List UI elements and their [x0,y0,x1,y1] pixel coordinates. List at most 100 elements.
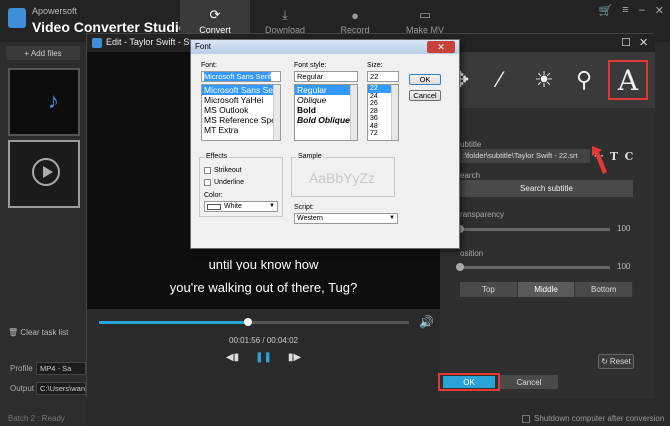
output-label: Output [10,384,35,393]
shutdown-checkbox[interactable]: Shutdown computer after conversion [522,414,664,423]
list-item[interactable]: Bold Oblique [295,115,357,125]
search-label: earch [460,171,481,180]
list-item[interactable]: Oblique [295,95,357,105]
pause-icon[interactable]: ❚❚ [255,352,272,363]
shutdown-label: Shutdown computer after conversion [534,414,665,423]
size-label: Size: [367,62,383,69]
next-icon[interactable]: ▮▶ [288,352,301,363]
edit-settings-pane: ✥ ⁄ ☀ ⚲ A ubtitle :\folder\subtitle\Tayl… [440,52,655,399]
ok-button-highlight: OK [438,373,500,391]
batch-status: Batch 2 : Ready [8,414,65,423]
profile-select[interactable]: MP4 - Sa [36,362,86,375]
font-name-input[interactable]: Microsoft Sans Serif [201,71,281,82]
video-thumbnail[interactable] [8,140,80,208]
list-item[interactable]: Regular [295,85,357,95]
font-style-input[interactable]: Regular [294,71,358,82]
font-dialog-titlebar: Font ✕ [191,40,459,54]
output-path-field[interactable]: C:\Users\wan [36,382,86,395]
download-icon: ⤓ [282,7,288,22]
subtitle-line: you're walking out of there, Tug? [169,280,358,295]
app-logo-icon [8,8,26,28]
position-middle-button[interactable]: Middle [517,282,576,297]
close-icon[interactable]: ✕ [655,4,664,17]
strikeout-checkbox[interactable]: Strikeout [204,167,242,174]
reset-icon: ↻ [601,357,608,366]
list-item[interactable]: Bold [295,105,357,115]
position-value: 100 [617,262,631,271]
list-item[interactable]: Microsoft Sans Serif [202,85,280,95]
position-bottom-button[interactable]: Bottom [575,282,634,297]
play-icon[interactable] [32,158,60,186]
profile-label: Profile [10,364,33,373]
font-ok-button[interactable]: OK [409,74,441,85]
cart-icon[interactable]: 🛒 [599,4,613,17]
font-label: Font: [201,62,217,69]
cancel-button[interactable]: Cancel [500,375,558,389]
maximize-icon[interactable]: ☐ [621,36,631,49]
text-icon[interactable]: A [608,60,648,100]
transparency-slider[interactable] [456,225,610,233]
font-style-label: Font style: [294,62,327,69]
slider-handle[interactable] [456,263,464,271]
scrollbar[interactable] [391,85,398,140]
script-select[interactable]: Western ▼ [294,213,398,224]
clear-task-list-button[interactable]: 🗑 Clear task list [8,328,68,337]
position-top-button[interactable]: Top [460,282,518,297]
effects-label: Effects [204,153,230,160]
reset-button[interactable]: ↻ Reset [598,354,634,369]
tv-icon: ▭ [418,7,432,22]
font-list[interactable]: Microsoft Sans Serif Microsoft YaHei MS … [201,84,281,141]
script-value: Western [297,215,323,222]
position-label: osition [460,249,484,258]
underline-checkbox[interactable]: Underline [204,179,244,186]
copyright-icon[interactable]: C [622,149,636,163]
search-subtitle-button[interactable]: Search subtitle [460,180,633,197]
position-slider[interactable] [456,263,610,271]
music-note-icon: ♪ [48,88,59,113]
list-item[interactable]: Microsoft YaHei [202,95,280,105]
add-files-button[interactable]: + Add files [6,46,80,60]
list-item[interactable]: MS Outlook [202,105,280,115]
list-item[interactable]: MT Extra [202,125,280,135]
video-thumbnail[interactable]: ♪ [8,68,80,136]
script-label: Script: [294,204,314,211]
slider-fill [460,266,610,269]
stamp-icon[interactable]: ⚲ [564,60,604,100]
edit-toolbar: ✥ ⁄ ☀ ⚲ A [440,52,655,108]
brightness-icon[interactable]: ☀ [524,60,564,100]
seek-bar[interactable] [99,318,409,326]
seek-handle[interactable] [243,318,252,326]
scrollbar[interactable] [273,85,280,140]
position-segmented-control: Top Middle Bottom [460,282,634,297]
subtitle-path-field[interactable]: :\folder\subtitle\Taylor Swift - 22.srt [460,149,590,163]
close-icon[interactable]: ✕ [639,36,648,49]
previous-icon[interactable]: ◀▮ [226,352,239,363]
menu-icon[interactable]: ≡ [622,4,628,17]
clear-task-label: Clear task list [20,328,69,337]
volume-icon[interactable]: 🔊 [419,315,434,329]
close-icon[interactable]: ✕ [427,41,455,53]
slider-fill [460,228,610,231]
color-swatch [207,203,221,210]
font-cancel-button[interactable]: Cancel [409,90,441,101]
minimize-icon[interactable]: – [639,4,645,17]
edit-app-icon [92,38,102,48]
font-dialog: Font ✕ Font: Microsoft Sans Serif Micros… [190,39,460,249]
list-item[interactable]: MS Reference Speci [202,115,280,125]
edit-title: Edit - Taylor Swift - Style [106,37,196,47]
ok-button[interactable]: OK [443,376,495,388]
size-input[interactable]: 22 [367,71,399,82]
checkbox-box [204,179,211,186]
color-select[interactable]: White ▼ [204,201,278,212]
magic-wand-icon[interactable]: ⁄ [480,60,520,100]
chevron-down-icon: ▼ [389,215,395,221]
scrollbar[interactable] [350,85,357,140]
red-arrow-annotation [592,146,607,174]
chevron-down-icon: ▼ [269,203,275,209]
timecode: 00:01:56 / 00:04:02 [229,336,298,345]
size-list[interactable]: 22 24 26 28 36 48 72 [367,84,399,141]
checkbox-box [522,414,530,423]
font-style-list[interactable]: Regular Oblique Bold Bold Oblique [294,84,358,141]
seek-progress [99,321,248,324]
playback-buttons: ◀▮ ❚❚ ▮▶ [87,352,440,363]
